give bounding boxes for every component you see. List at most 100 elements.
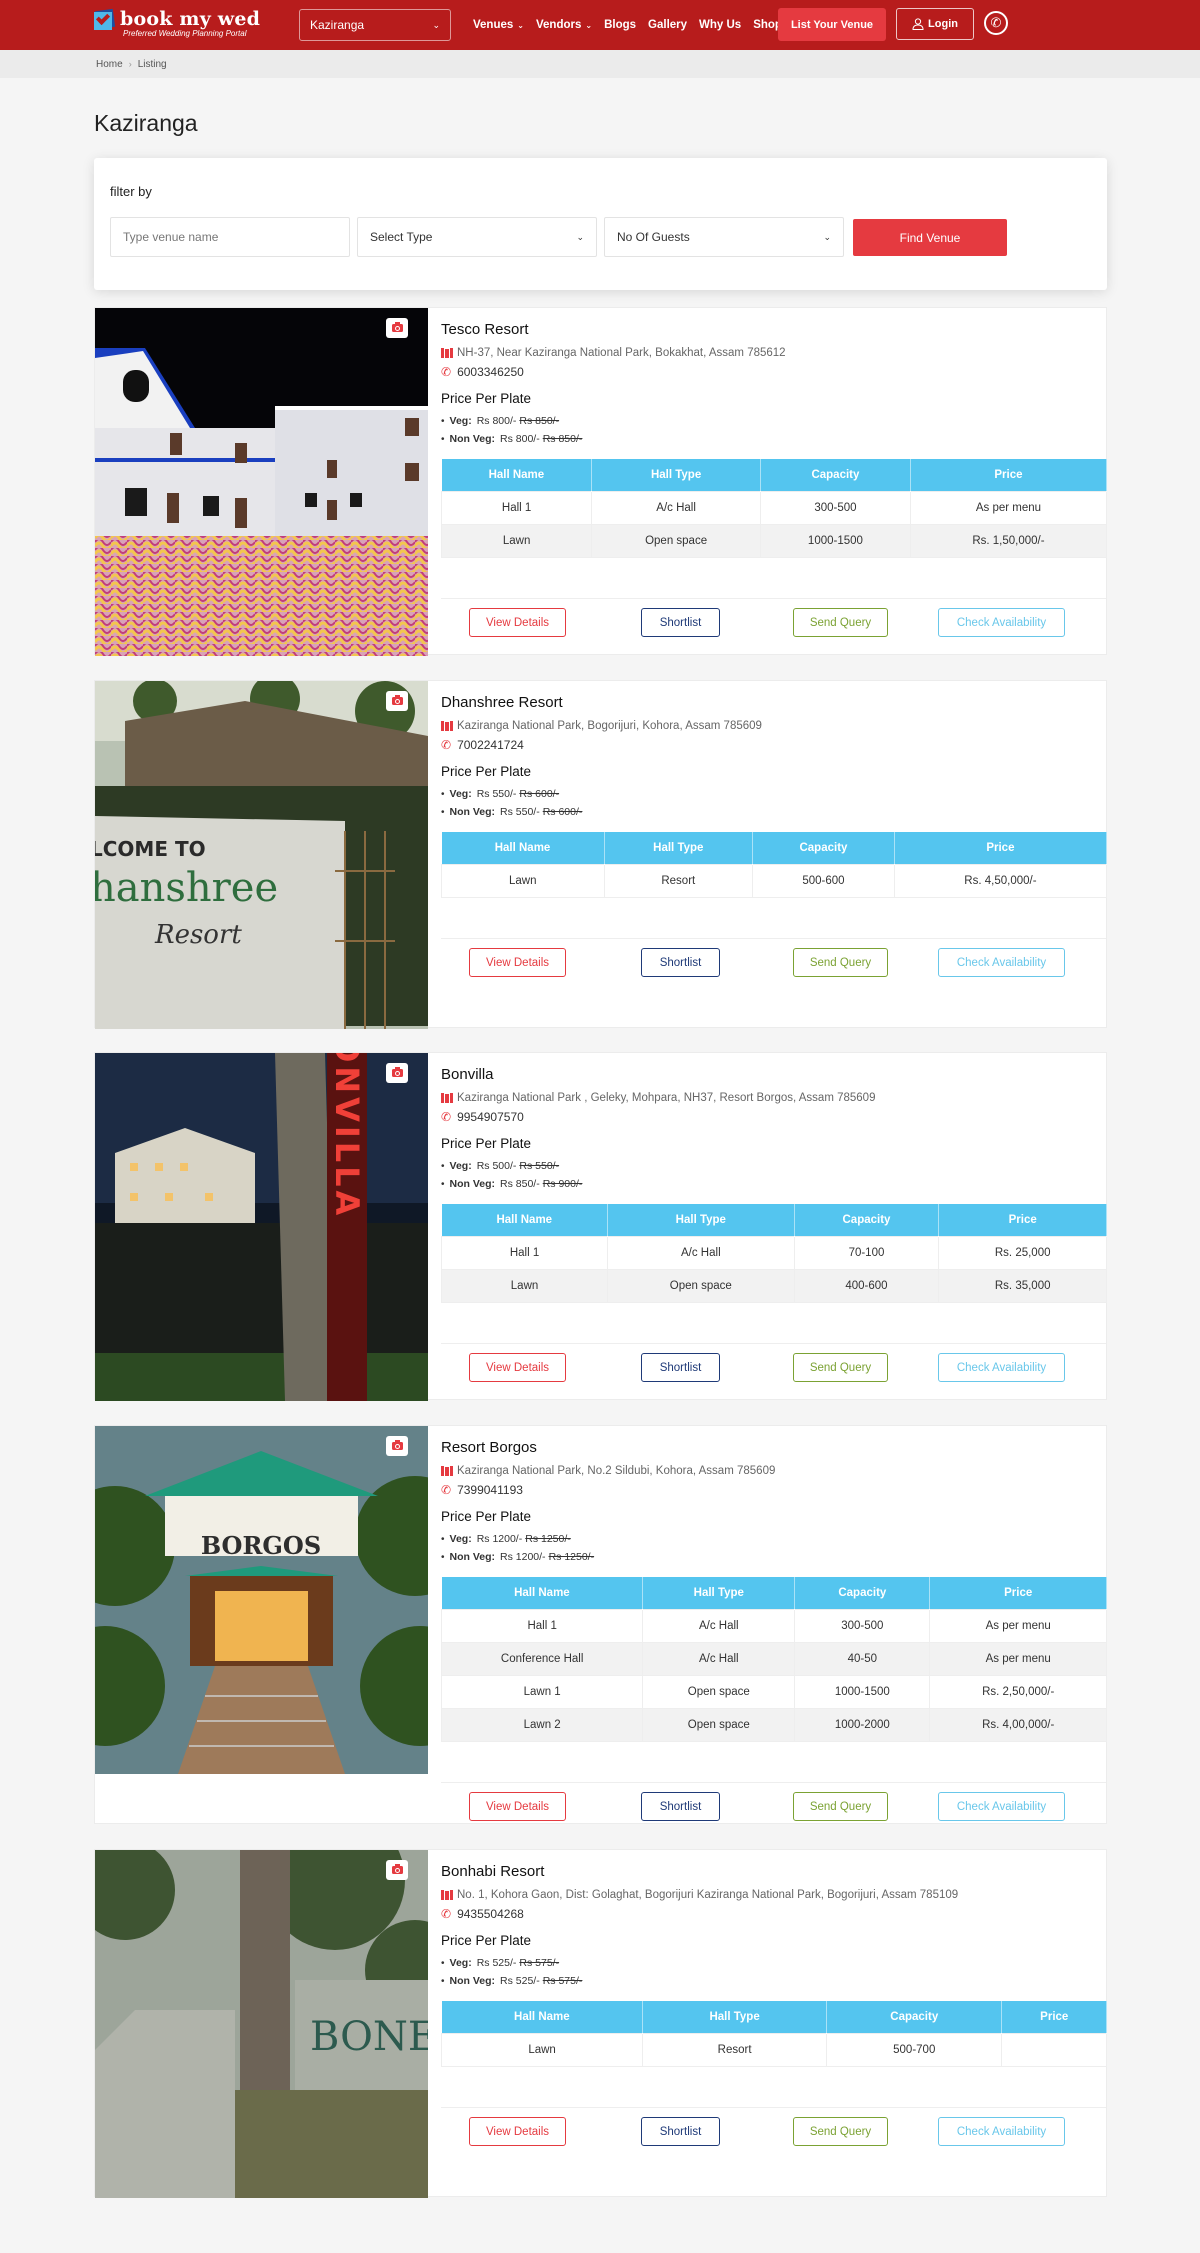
hall-name: Hall 1 [440,1608,644,1643]
halls-table: Hall Name Hall Type Capacity Price Hall … [440,459,1108,558]
venue-name[interactable]: Bonvilla [441,1066,1106,1083]
send-query-button[interactable]: Send Query [793,1792,888,1821]
venue-name[interactable]: Tesco Resort [441,321,1106,338]
nav-blogs[interactable]: Blogs [604,19,636,31]
venue-card: BONVILLA Bonvilla Kaziranga National Par… [94,1052,1107,1401]
phone-text: 9435504268 [457,1907,524,1921]
camera-icon[interactable] [386,691,408,711]
guests-select-value: No Of Guests [617,230,690,244]
map-icon [441,721,453,731]
map-icon [441,1466,453,1476]
view-details-button[interactable]: View Details [469,608,566,637]
phone-text: 6003346250 [457,365,524,379]
hall-name: Conference Hall [440,1641,644,1676]
camera-icon[interactable] [386,1860,408,1880]
venue-photo: BORGOS [95,1426,428,1774]
type-select[interactable]: Select Type ⌄ [357,217,597,257]
login-button[interactable]: Login [896,8,974,40]
col-hall-name: Hall Name [441,1577,644,1609]
venue-name-placeholder: Type venue name [123,230,219,244]
hall-price: Rs. 4,00,000/- [929,1707,1107,1742]
nonveg-label: Non Veg: [449,806,496,818]
camera-icon[interactable] [386,318,408,338]
check-availability-button[interactable]: Check Availability [938,2117,1065,2146]
shortlist-button[interactable]: Shortlist [641,1353,720,1382]
nonveg-price-value: Rs 550/- [500,806,540,818]
hall-capacity: 70-100 [793,1235,940,1270]
card-actions: View Details Shortlist Send Query Check … [441,598,1106,660]
chevron-down-icon: ⌄ [432,19,440,30]
veg-price: Veg: Rs 550/-Rs 600/- [441,785,1106,803]
venue-name[interactable]: Bonhabi Resort [441,1863,1106,1880]
send-query-button[interactable]: Send Query [793,948,888,977]
veg-price-value: Rs 525/- [476,1957,517,1969]
venue-phone: ✆ 6003346250 [441,365,1106,379]
phone-icon: ✆ [441,1110,452,1124]
hall-name: Lawn 2 [440,1707,644,1742]
nav-vendors[interactable]: Vendors ⌄ [536,19,592,31]
venue-image[interactable]: BONE [95,1850,428,2198]
hall-row: Hall 1 A/c Hall 300-500 As per menu [440,1608,1107,1643]
view-details-button[interactable]: View Details [469,1792,566,1821]
guests-select[interactable]: No Of Guests ⌄ [604,217,844,257]
filter-label: filter by [110,184,152,199]
hall-name: Lawn [440,523,593,558]
address-text: Kaziranga National Park, No.2 Sildubi, K… [457,1465,776,1477]
venue-details: Bonvilla Kaziranga National Park , Gelek… [440,1053,1107,1303]
nav-gallery[interactable]: Gallery [648,19,687,31]
venue-image[interactable] [95,308,428,656]
venue-image[interactable]: BONVILLA [95,1053,428,1401]
hall-price: Rs. 1,50,000/- [909,523,1108,558]
hall-price: Rs. 2,50,000/- [929,1674,1107,1709]
address-text: Kaziranga National Park, Bogorijuri, Koh… [457,720,762,732]
logo[interactable]: book my wed Preferred Wedding Planning P… [94,0,274,50]
phone-icon[interactable]: ✆ [984,11,1008,35]
nav-why-us[interactable]: Why Us [699,19,741,31]
send-query-button[interactable]: Send Query [793,608,888,637]
view-details-button[interactable]: View Details [469,2117,566,2146]
shortlist-button[interactable]: Shortlist [641,948,720,977]
check-availability-button[interactable]: Check Availability [938,1353,1065,1382]
camera-icon[interactable] [386,1436,408,1456]
check-availability-button[interactable]: Check Availability [938,608,1065,637]
chevron-down-icon: ⌄ [585,20,593,30]
hall-capacity: 1000-1500 [759,523,911,558]
col-hall-name: Hall Name [441,832,605,864]
shortlist-button[interactable]: Shortlist [641,608,720,637]
view-details-button[interactable]: View Details [469,1353,566,1382]
price-per-plate-heading: Price Per Plate [441,764,532,779]
sign-text: BONE [310,2014,428,2060]
venue-name-input[interactable]: Type venue name [110,217,350,257]
camera-icon[interactable] [386,1063,408,1083]
nav-venues[interactable]: Venues ⌄ [473,19,524,31]
shortlist-button[interactable]: Shortlist [641,2117,720,2146]
nonveg-price-value: Rs 1200/- [500,1551,546,1563]
venue-details: Dhanshree Resort Kaziranga National Park… [441,681,1108,898]
map-icon [441,348,453,358]
city-select[interactable]: Kaziranga ⌄ [299,9,451,41]
check-availability-button[interactable]: Check Availability [938,1792,1065,1821]
type-select-value: Select Type [370,230,433,244]
hall-price: As per menu [929,1641,1107,1676]
card-actions: View Details Shortlist Send Query Check … [441,1343,1106,1405]
venue-name[interactable]: Resort Borgos [441,1439,1106,1456]
shortlist-button[interactable]: Shortlist [641,1792,720,1821]
check-availability-button[interactable]: Check Availability [938,948,1065,977]
venue-image[interactable]: LCOME TO hanshree Resort [95,681,428,1029]
breadcrumb-home[interactable]: Home [96,59,123,70]
nonveg-label: Non Veg: [449,1551,496,1563]
send-query-button[interactable]: Send Query [793,1353,888,1382]
chevron-down-icon: ⌄ [576,231,584,242]
venue-name[interactable]: Dhanshree Resort [441,694,1106,711]
list-your-venue-button[interactable]: List Your Venue [778,8,886,41]
send-query-button[interactable]: Send Query [793,2117,888,2146]
hall-type: Resort [642,2032,828,2067]
login-label: Login [928,18,958,30]
venue-image[interactable]: BORGOS [95,1426,428,1774]
view-details-button[interactable]: View Details [469,948,566,977]
card-actions: View Details Shortlist Send Query Check … [441,938,1106,1000]
find-venue-button[interactable]: Find Venue [853,219,1007,256]
hall-type: Open space [591,523,761,558]
veg-price-value: Rs 500/- [476,1160,517,1172]
hall-price: As per menu [909,490,1108,525]
